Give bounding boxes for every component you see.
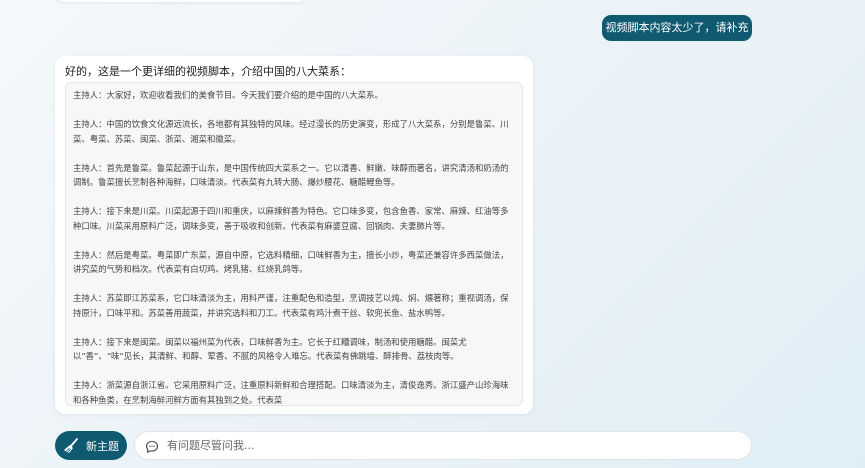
chat-input[interactable] [167, 439, 727, 452]
script-paragraph: 主持人：中国的饮食文化源远流长，各地都有其独特的风味。经过漫长的历史演变，形成了… [73, 119, 509, 144]
script-paragraph: 主持人：接下来是闽菜。闽菜以福州菜为代表，口味鲜香为主。它长于红糟调味，制汤和使… [73, 336, 467, 362]
assistant-message-card: 好的，这是一个更详细的视频脚本，介绍中国的八大菜系： 主持人：大家好，欢迎收看我… [55, 56, 533, 414]
new-topic-button[interactable]: 新主题 [55, 431, 127, 460]
assistant-intro-text: 好的，这是一个更详细的视频脚本，介绍中国的八大菜系： [65, 65, 351, 78]
script-paragraph: 主持人：首先是鲁菜。鲁菜起源于山东，是中国传统四大菜系之一。它以清香、鲜嫩、味醇… [73, 162, 509, 188]
previous-message-card [55, 0, 307, 2]
broom-icon [62, 437, 80, 455]
chat-input-bar[interactable] [134, 431, 752, 460]
script-paragraph: 主持人：大家好，欢迎收看我们的美食节目。今天我们要介绍的是中国的八大菜系。 [73, 90, 383, 100]
new-topic-label: 新主题 [86, 439, 119, 453]
script-paragraph: 主持人：接下来是川菜。川菜起源于四川和重庆，以麻辣鲜香为特色。它口味多变，包含鱼… [73, 206, 509, 231]
video-script-box: 主持人：大家好，欢迎收看我们的美食节目。今天我们要介绍的是中国的八大菜系。 主持… [65, 82, 523, 406]
script-paragraph: 主持人：苏菜即江苏菜系，它口味清淡为主，用料严谨，注重配色和造型，烹调技艺以炖、… [73, 293, 509, 318]
user-message-bubble: 视频脚本内容太少了，请补充 [602, 15, 752, 41]
script-paragraph: 主持人：浙菜源自浙江省。它采用原料广泛，注重原料新鲜和合理搭配。口味清淡为主，清… [73, 380, 509, 405]
script-paragraph: 主持人：然后是粤菜。粤菜即广东菜，源自中原，它选料精细，口味鲜香为主，擅长小炒，… [73, 249, 509, 275]
chat-bubble-icon [145, 439, 159, 453]
